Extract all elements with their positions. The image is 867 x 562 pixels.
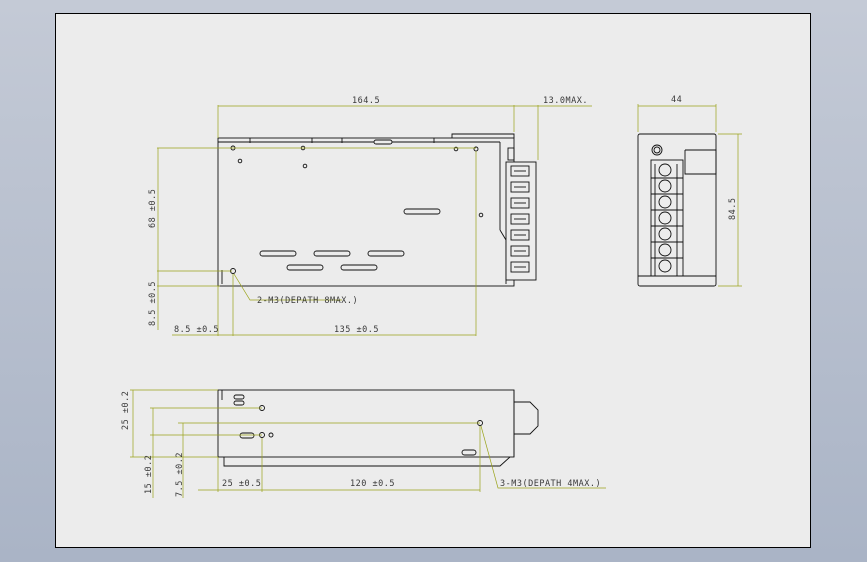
viewer-background: 164.5 13.0MAX. 68 ±0.5 8.5 ±0.5 8.5 ±0.5… <box>0 0 867 562</box>
top-view-body <box>217 137 515 287</box>
dim-end-height: 84.5 <box>728 198 738 220</box>
dim-hole-height-b: 7.5 ±0.2 <box>175 452 185 497</box>
end-view <box>637 104 742 287</box>
top-view-step <box>451 133 515 138</box>
technical-drawing: 164.5 13.0MAX. 68 ±0.5 8.5 ±0.5 8.5 ±0.5… <box>121 95 742 498</box>
dim-width: 44 <box>671 95 682 105</box>
dim-side-height: 25 ±0.2 <box>121 391 131 430</box>
dim-hole-spacing: 135 ±0.5 <box>334 325 379 335</box>
dim-bottom-offset: 8.5 ±0.5 <box>148 281 158 326</box>
note-mounting-holes-side: 3-M3(DEPATH 4MAX.) <box>500 479 601 489</box>
dim-side-left-offset: 25 ±0.5 <box>222 479 261 489</box>
dim-terminal-protrusion: 13.0MAX. <box>543 96 588 106</box>
top-view <box>157 105 592 336</box>
dim-left-offset: 8.5 ±0.5 <box>174 325 219 335</box>
note-mounting-holes-top: 2-M3(DEPATH 8MAX.) <box>257 296 358 306</box>
dim-overall-length: 164.5 <box>352 96 380 106</box>
dim-height: 68 ±0.5 <box>148 189 158 228</box>
dim-hole-height-a: 15 ±0.2 <box>144 455 154 494</box>
side-view-body <box>217 389 515 458</box>
dim-side-hole-spacing: 120 ±0.5 <box>350 479 395 489</box>
